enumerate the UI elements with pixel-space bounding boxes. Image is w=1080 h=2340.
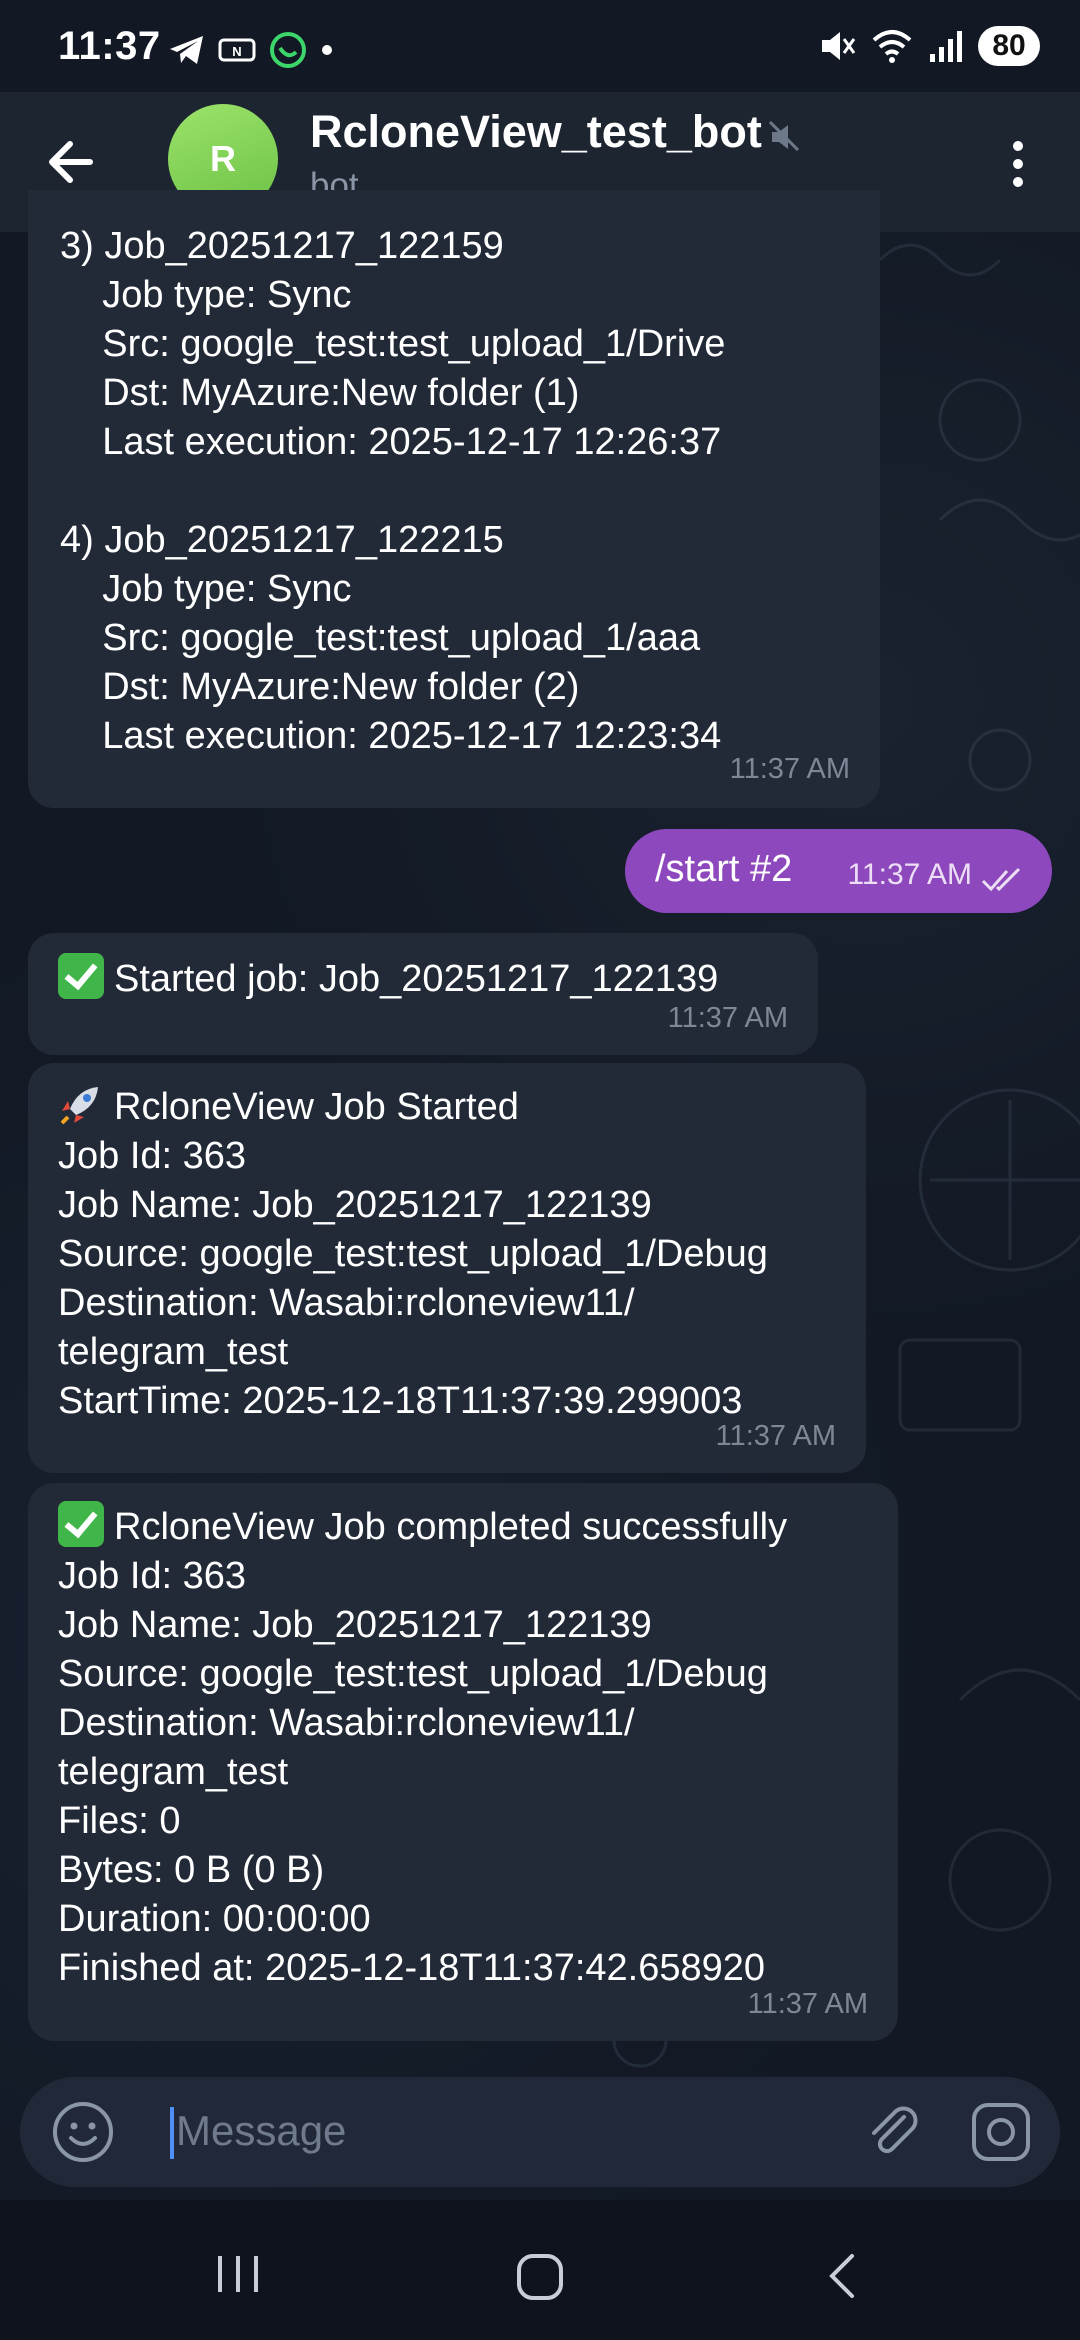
status-notification-icons: N (168, 30, 334, 70)
message-text: 3) Job_20251217_122159 Job type: Sync Sr… (60, 225, 726, 757)
telegram-icon (170, 36, 203, 64)
svg-text:N: N (232, 44, 241, 59)
mute-icon (822, 32, 856, 60)
chat-title[interactable]: RcloneView_test_bot (310, 106, 762, 158)
message-time: 11:37 AM (667, 1002, 788, 1034)
muted-speaker-icon (768, 120, 800, 152)
message-text: Started job: Job_20251217_122139 (114, 958, 719, 1000)
status-time: 11:37 (58, 24, 161, 68)
message-time: 11:37 AM (715, 1420, 836, 1452)
status-system-icons: 80 (816, 26, 1040, 66)
message-time: 11:37 AM (847, 858, 972, 891)
message-text: /start #2 (655, 848, 793, 890)
rocket-icon (60, 1087, 98, 1125)
message-line: Started job: Job_20251217_122139 (58, 953, 718, 1004)
message-line: RcloneView Job completed successfully Jo… (58, 1501, 787, 1993)
message-bubble-job-completed[interactable]: RcloneView Job completed successfully Jo… (28, 1483, 898, 2041)
paperclip-icon[interactable] (860, 2099, 926, 2165)
text-cursor (170, 2107, 174, 2159)
more-menu-icon[interactable] (1000, 134, 1036, 194)
whatsapp-icon (270, 32, 306, 68)
outgoing-message-bubble[interactable]: /start #2 11:37 AM (625, 829, 1052, 913)
message-text: RcloneView Job Started Job Id: 363 Job N… (58, 1086, 768, 1422)
message-time: 11:37 AM (747, 1988, 868, 2020)
signal-icon (930, 31, 962, 62)
message-text: RcloneView Job completed successfully Jo… (58, 1506, 788, 1989)
message-composer: Message (20, 2077, 1060, 2187)
wifi-icon (872, 30, 912, 63)
message-line: RcloneView Job Started Job Id: 363 Job N… (58, 1081, 768, 1426)
message-bubble-job-started[interactable]: RcloneView Job Started Job Id: 363 Job N… (28, 1063, 866, 1473)
nav-back-icon[interactable] (820, 2250, 864, 2302)
home-icon[interactable] (515, 2252, 565, 2302)
check-mark-icon (58, 1501, 104, 1547)
nfc-icon: N (218, 38, 256, 62)
message-bubble-started[interactable]: Started job: Job_20251217_122139 11:37 A… (28, 933, 818, 1055)
dot-icon (322, 45, 332, 55)
back-arrow-icon[interactable] (38, 128, 106, 196)
message-bubble-jobs-list[interactable]: 3) Job_20251217_122159 Job type: Sync Sr… (28, 190, 880, 808)
system-navigation-bar (0, 2200, 1080, 2340)
camera-icon[interactable] (968, 2099, 1034, 2165)
message-time: 11:37 AM (729, 753, 850, 785)
battery-icon: 80 (978, 26, 1040, 66)
recent-apps-icon[interactable] (210, 2252, 266, 2296)
message-input[interactable]: Message (176, 2107, 346, 2155)
emoji-icon[interactable] (50, 2099, 116, 2165)
double-check-icon (981, 867, 1021, 892)
check-mark-icon (58, 953, 104, 999)
status-bar: 11:37 N 80 (0, 0, 1080, 100)
